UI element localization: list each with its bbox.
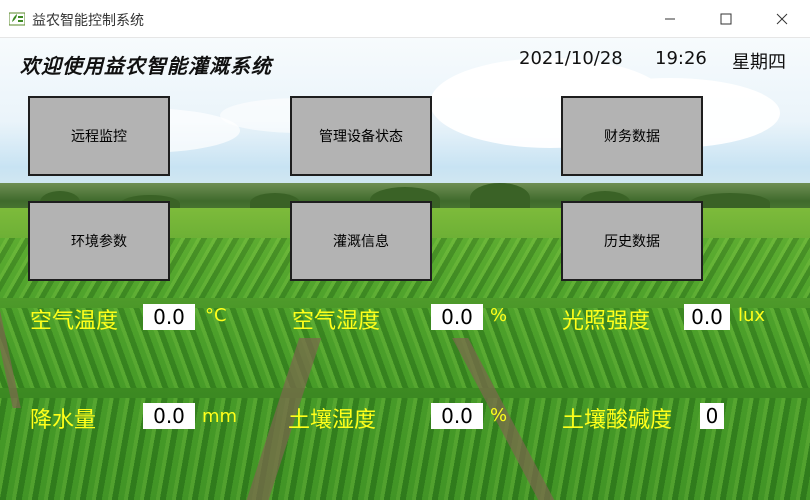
- light-label: 光照强度: [562, 309, 651, 334]
- rainfall-label: 降水量: [30, 408, 97, 433]
- maximize-button[interactable]: [698, 0, 754, 38]
- title-bar[interactable]: 益农智能控制系统: [0, 0, 810, 38]
- air-temp-unit: °C: [205, 305, 227, 326]
- soil-humidity-value: 0.0: [431, 403, 483, 429]
- soil-ph-label: 土壤酸碱度: [562, 408, 673, 433]
- air-humidity-value: 0.0: [431, 304, 483, 330]
- maximize-icon: [720, 13, 732, 25]
- welcome-title: 欢迎使用益农智能灌溉系统: [20, 54, 272, 78]
- light-value: 0.0: [684, 304, 730, 330]
- light-unit: lux: [738, 305, 766, 326]
- irrigation-info-button[interactable]: 灌溉信息: [290, 201, 432, 281]
- soil-humidity-unit: %: [490, 405, 508, 426]
- close-button[interactable]: [754, 0, 810, 38]
- air-humidity-label: 空气湿度: [292, 309, 381, 334]
- air-temp-value: 0.0: [143, 304, 195, 330]
- date-display: 2021/10/28: [519, 48, 623, 69]
- history-data-button[interactable]: 历史数据: [561, 201, 703, 281]
- minimize-icon: [665, 18, 675, 20]
- weekday-display: 星期四: [732, 52, 786, 73]
- time-display: 19:26: [655, 48, 707, 69]
- app-logo-icon: [9, 12, 25, 26]
- close-icon: [776, 13, 788, 25]
- soil-ph-value: 0: [700, 403, 724, 429]
- soil-humidity-label: 土壤湿度: [288, 408, 377, 433]
- window-title: 益农智能控制系统: [32, 13, 144, 29]
- remote-monitor-button[interactable]: 远程监控: [28, 96, 170, 176]
- air-humidity-unit: %: [490, 305, 508, 326]
- minimize-button[interactable]: [642, 0, 698, 38]
- rainfall-value: 0.0: [143, 403, 195, 429]
- rainfall-unit: mm: [202, 406, 238, 427]
- air-temp-label: 空气温度: [30, 309, 119, 334]
- app-window: 益农智能控制系统 欢迎使用益农智能灌溉系统 2021/10/28 19:26 星…: [0, 0, 810, 500]
- device-status-button[interactable]: 管理设备状态: [290, 96, 432, 176]
- finance-data-button[interactable]: 财务数据: [561, 96, 703, 176]
- env-params-button[interactable]: 环境参数: [28, 201, 170, 281]
